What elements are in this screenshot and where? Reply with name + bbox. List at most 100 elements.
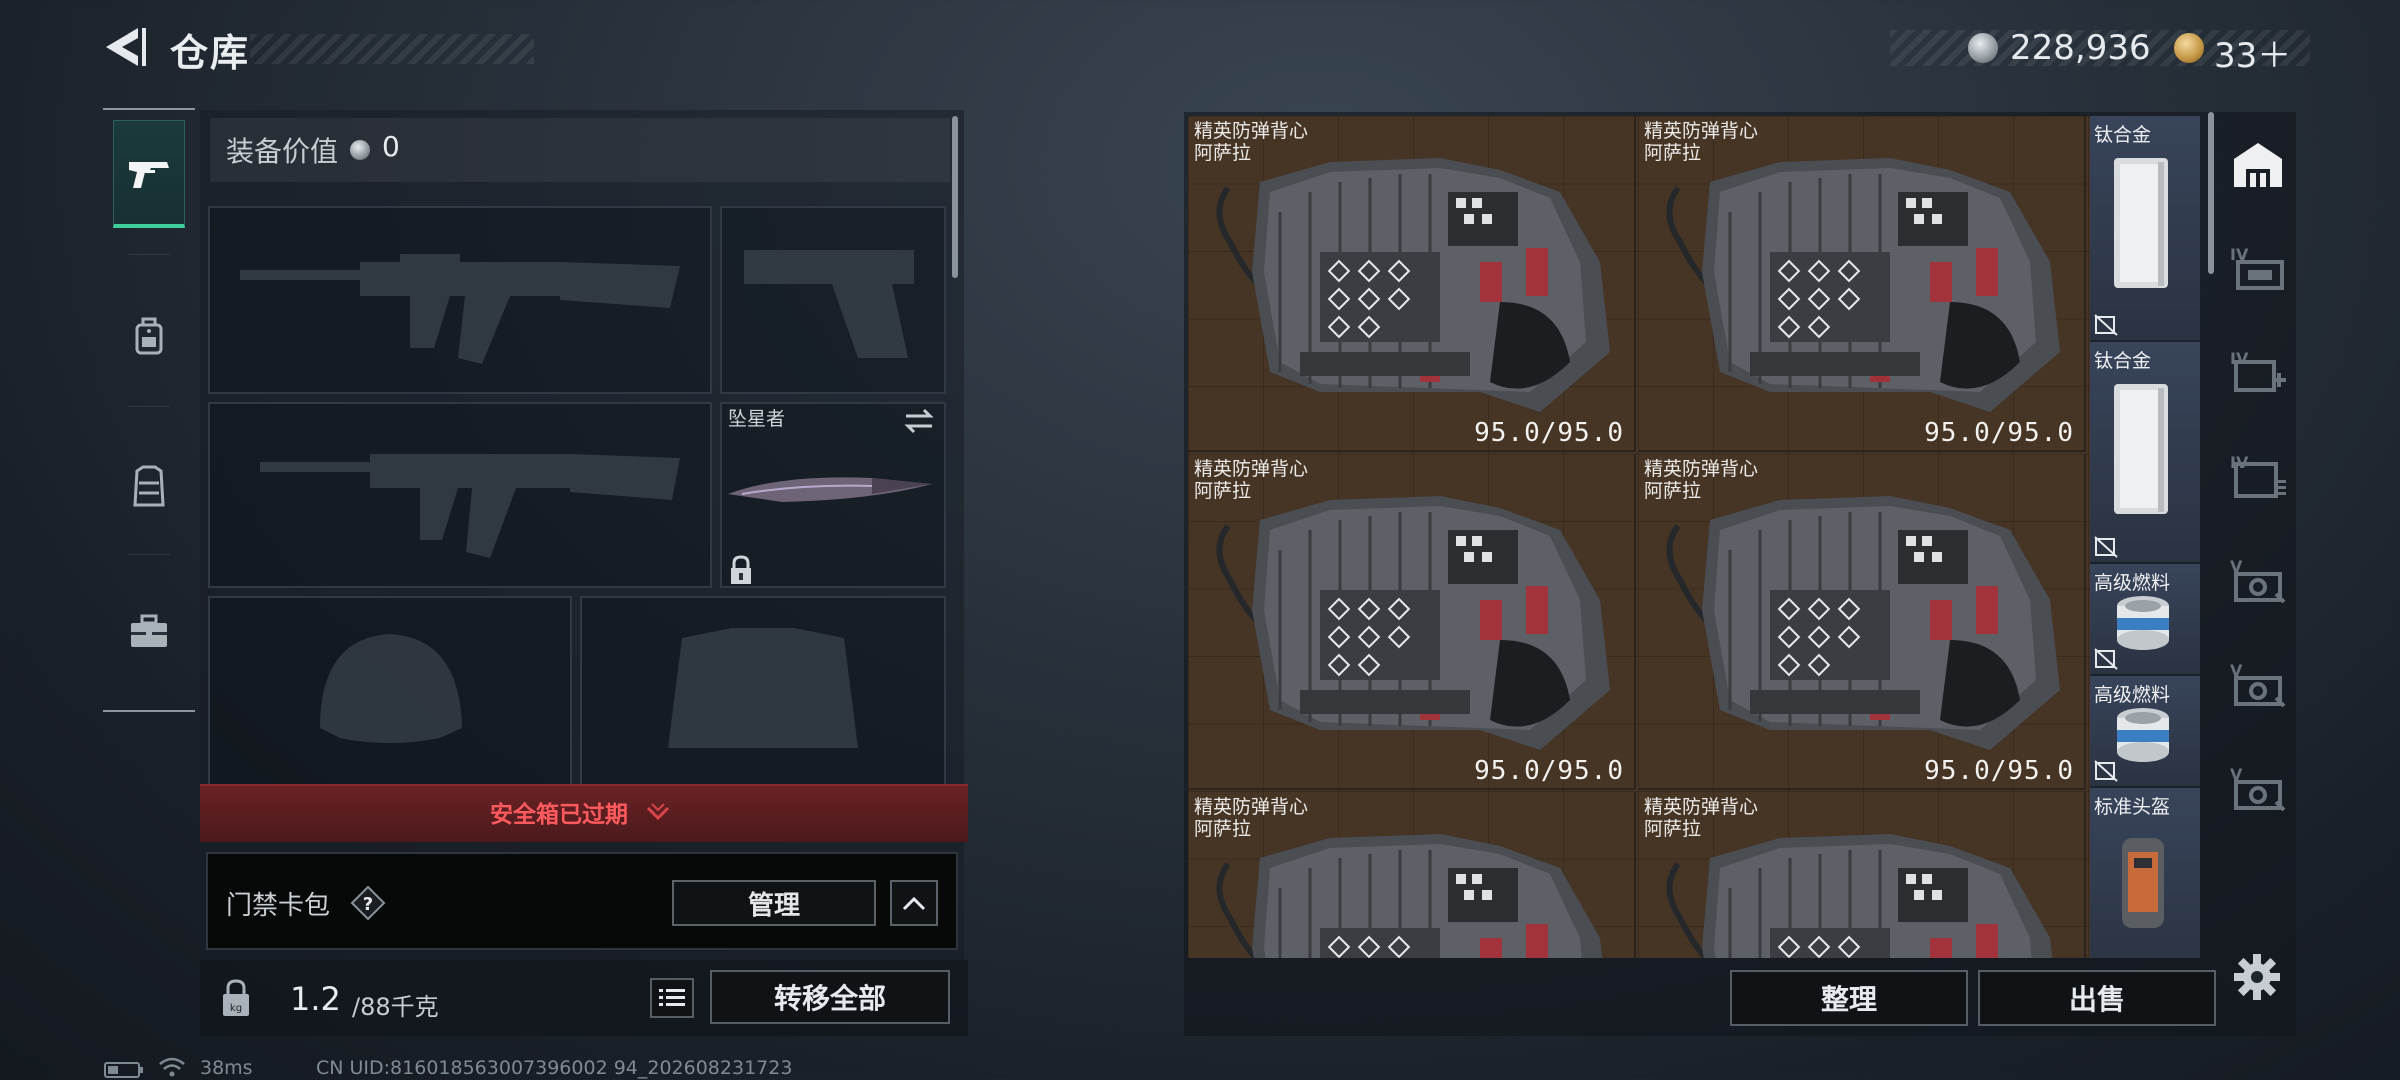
- item-name: 高级燃料: [2094, 684, 2171, 706]
- item-subtitle: 阿萨拉: [1644, 480, 1702, 502]
- chevron-up-icon: [902, 896, 926, 911]
- tab-divider: [128, 554, 170, 555]
- container-iv-list-icon: IV: [2230, 453, 2286, 498]
- ping-text: 38ms: [200, 1057, 253, 1079]
- gold-amount[interactable]: 33＋: [2214, 28, 2291, 77]
- carry-weight-max: /88千克: [352, 993, 439, 1021]
- storage-item-plate[interactable]: 钛合金: [2090, 342, 2200, 564]
- back-button[interactable]: [100, 22, 150, 72]
- swap-icon[interactable]: [902, 406, 936, 436]
- vest-item-icon: [1666, 496, 2060, 750]
- tab-weapon[interactable]: [113, 120, 185, 228]
- helmet-slot[interactable]: [208, 596, 572, 786]
- page-title: 仓库: [170, 31, 251, 75]
- gold-coin-icon: [2174, 33, 2204, 63]
- fuel-can-icon: [2117, 708, 2169, 762]
- storage-item-vest[interactable]: 精英防弹背心 阿萨拉 95.0/95.0: [1188, 116, 1636, 452]
- plate-icon: [2114, 158, 2168, 288]
- helmet-icon: [2122, 838, 2164, 928]
- back-arrow-icon: [106, 28, 146, 66]
- settings-button[interactable]: [2232, 952, 2282, 1002]
- tab-column-bottom-line: [103, 710, 195, 712]
- container-iv-button[interactable]: IV: [2222, 220, 2294, 316]
- container-iv-list-button[interactable]: IV: [2222, 428, 2294, 524]
- equipment-value-label: 装备价值: [226, 135, 339, 168]
- uid-text: CN UID:816018563007396002 94_20260823172…: [316, 1057, 793, 1079]
- chevron-down-icon: [646, 800, 670, 824]
- svg-text:kg: kg: [230, 1003, 242, 1014]
- safe-box-expired-text: 安全箱已过期: [490, 802, 628, 828]
- container-v-button[interactable]: V: [2222, 636, 2294, 732]
- pistol-slot[interactable]: [720, 206, 946, 394]
- melee-name: 坠星者: [728, 408, 786, 430]
- silver-coin-icon: [1968, 33, 1998, 63]
- container-iv-icon: IV: [2230, 245, 2284, 290]
- storage-home-button[interactable]: [2222, 116, 2294, 212]
- item-name: 精英防弹背心: [1644, 458, 1759, 480]
- sell-button[interactable]: 出售: [1978, 970, 2216, 1026]
- primary-weapon-slot[interactable]: [208, 206, 712, 394]
- armor-silhouette-icon: [668, 628, 858, 748]
- manage-button[interactable]: 管理: [672, 880, 876, 926]
- rifle-silhouette-icon: [240, 254, 680, 364]
- silver-coin-icon: [350, 140, 370, 160]
- vest-item-icon: [1216, 834, 1603, 958]
- item-durability: 95.0/95.0: [1474, 756, 1624, 786]
- container-v-icon: V: [2230, 661, 2286, 708]
- no-trade-icon: [2094, 648, 2118, 670]
- container-iv-add-icon: IV: [2230, 349, 2286, 392]
- transfer-all-button[interactable]: 转移全部: [710, 970, 950, 1024]
- svg-text:?: ?: [363, 894, 373, 915]
- container-iv-add-button[interactable]: IV: [2222, 324, 2294, 420]
- item-name: 精英防弹背心: [1194, 796, 1309, 818]
- backpack-icon: [135, 317, 163, 355]
- list-view-button[interactable]: [650, 978, 694, 1018]
- storage-item-vest[interactable]: 精英防弹背心 阿萨拉: [1188, 792, 1636, 958]
- help-icon[interactable]: ?: [350, 885, 386, 921]
- wifi-icon: [158, 1056, 186, 1078]
- item-name: 钛合金: [2094, 124, 2152, 146]
- briefcase-icon: [131, 614, 167, 647]
- equipment-scrollbar[interactable]: [952, 116, 958, 278]
- list-icon: [659, 989, 685, 1006]
- svg-text:IV: IV: [2230, 349, 2249, 368]
- helmet-silhouette-icon: [320, 634, 462, 743]
- collapse-button[interactable]: [890, 880, 938, 926]
- access-card-pack-label: 门禁卡包: [226, 891, 331, 921]
- item-subtitle: 阿萨拉: [1194, 818, 1252, 840]
- equipment-value: 0: [382, 130, 400, 163]
- storage-item-vest[interactable]: 精英防弹背心 阿萨拉 95.0/95.0: [1638, 454, 2086, 790]
- vest-item-icon: [1666, 158, 2060, 412]
- rifle-silhouette-icon: [260, 454, 680, 558]
- storage-item-vest[interactable]: 精英防弹背心 阿萨拉 95.0/95.0: [1638, 116, 2086, 452]
- fuel-can-icon: [2117, 596, 2169, 650]
- sort-button[interactable]: 整理: [1730, 970, 1968, 1026]
- storage-item-vest[interactable]: 精英防弹背心 阿萨拉 95.0/95.0: [1188, 454, 1636, 790]
- storage-home-icon: [2234, 143, 2282, 187]
- lock-icon: [726, 554, 756, 586]
- tab-backpack[interactable]: [113, 282, 185, 390]
- tab-vest[interactable]: [113, 432, 185, 540]
- container-dock: IV IV IV V V V: [2222, 116, 2294, 958]
- item-name: 高级燃料: [2094, 572, 2171, 594]
- storage-grid: 精英防弹背心 阿萨拉 95.0/95.0 精英防弹背心 阿萨拉 95.0/95.…: [1188, 116, 2090, 958]
- item-durability: 95.0/95.0: [1924, 418, 2074, 448]
- storage-item-can[interactable]: 高级燃料: [2090, 676, 2200, 788]
- secondary-weapon-slot[interactable]: [208, 402, 712, 588]
- item-subtitle: 阿萨拉: [1644, 142, 1702, 164]
- silver-amount: 228,936: [2010, 28, 2151, 68]
- storage-side-column: 钛合金 钛合金 高级燃料 高级燃料 标准头盔: [2090, 116, 2200, 958]
- storage-item-can[interactable]: 高级燃料: [2090, 564, 2200, 676]
- tab-case[interactable]: [113, 578, 185, 686]
- vest-item-icon: [1216, 496, 1610, 750]
- battery-icon: [104, 1062, 144, 1078]
- storage-item-helmet[interactable]: 标准头盔: [2090, 788, 2200, 958]
- storage-item-vest[interactable]: 精英防弹背心 阿萨拉: [1638, 792, 2086, 958]
- container-v-button[interactable]: V: [2222, 740, 2294, 836]
- container-v-button[interactable]: V: [2222, 532, 2294, 628]
- armor-slot[interactable]: [580, 596, 946, 786]
- storage-item-plate[interactable]: 钛合金: [2090, 116, 2200, 342]
- container-v-icon: V: [2230, 557, 2286, 604]
- storage-scrollbar[interactable]: [2208, 112, 2214, 274]
- weight-lock-icon: kg: [218, 978, 254, 1018]
